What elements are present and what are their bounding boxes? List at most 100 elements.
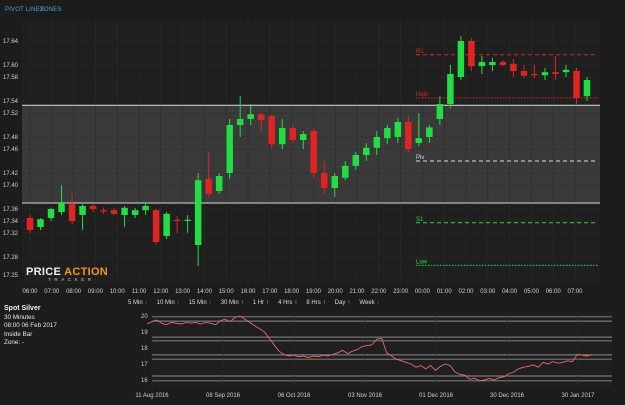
candle-body bbox=[552, 72, 559, 74]
x-tick-label: 01:00 bbox=[437, 289, 453, 295]
mini-x-tick-label: 03 Nov 2016 bbox=[348, 393, 383, 399]
timeframe-label: 8 Hrs bbox=[306, 300, 321, 306]
arrow-up-icon: ↑ bbox=[266, 300, 270, 306]
candle-body bbox=[489, 62, 496, 65]
timeframe-label: 4 Hrs bbox=[278, 300, 293, 306]
timeframe-30-min[interactable]: 30 Min ↑ bbox=[221, 300, 244, 306]
x-tick-label: 19:00 bbox=[306, 289, 322, 295]
y-tick-label: 17.46 bbox=[3, 147, 19, 153]
candle-body bbox=[79, 206, 86, 215]
arrow-down-icon: ↓ bbox=[176, 300, 180, 306]
x-tick-label: 06:00 bbox=[546, 289, 562, 295]
mini-x-tick-label: 08 Sep 2016 bbox=[206, 393, 241, 399]
price-action-tracker-logo: PRICE ACTION TRACKER bbox=[26, 266, 108, 282]
timeframe-label: 15 Min bbox=[188, 300, 207, 306]
x-tick-label: 13:00 bbox=[175, 289, 191, 295]
candle-body bbox=[384, 128, 391, 139]
mini-plot-area bbox=[152, 312, 612, 388]
x-tick-label: 16:00 bbox=[240, 289, 256, 295]
candle-body bbox=[58, 203, 65, 212]
y-tick-label: 17.52 bbox=[3, 111, 19, 117]
mini-x-tick-label: 30 Jan 2017 bbox=[561, 393, 595, 399]
level-label-high: High bbox=[416, 92, 428, 98]
candle-body bbox=[89, 206, 97, 209]
arrow-up-icon: ↑ bbox=[294, 300, 298, 306]
mini-x-tick-label: 30 Dec 2016 bbox=[490, 393, 525, 399]
y-tick-label: 17.48 bbox=[3, 135, 19, 141]
candle-body bbox=[468, 41, 475, 67]
x-tick-label: 05:00 bbox=[524, 289, 540, 295]
x-tick-label: 23:00 bbox=[393, 289, 409, 295]
candle-body bbox=[457, 41, 465, 77]
zone-label: Zone: - bbox=[4, 339, 24, 347]
level-label-r1: R1 bbox=[416, 49, 424, 55]
x-tick-label: 04:00 bbox=[502, 289, 518, 295]
candle-body bbox=[289, 128, 296, 140]
y-tick-label: 17.60 bbox=[3, 63, 19, 69]
candle-body bbox=[541, 72, 549, 76]
y-tick-label: 17.54 bbox=[3, 99, 19, 105]
candle-body bbox=[68, 204, 76, 221]
main-price-chart[interactable]: 06:00 07:00 08:00 09:00 10:00 11:00 12:00 13:00… bbox=[0, 0, 625, 300]
timeframe-selector: 5 Min ↓ 10 Min ↓ 15 Min ↓ 30 Min ↑ 1 Hr ↑ 4 Hrs ↑ 8 … bbox=[128, 300, 389, 306]
x-tick-label: 12:00 bbox=[153, 289, 169, 295]
arrow-up-icon: ↑ bbox=[240, 300, 244, 306]
candle-body bbox=[310, 131, 318, 173]
timeframe-label: 1 Hr bbox=[252, 300, 265, 306]
x-tick-label: 06:00 bbox=[22, 289, 38, 295]
y-tick-label: 17.64 bbox=[3, 39, 19, 45]
candle-body bbox=[268, 116, 275, 145]
candle-body bbox=[342, 165, 349, 178]
x-tick-label: 08:00 bbox=[66, 289, 82, 295]
candle-body bbox=[299, 134, 307, 140]
mini-x-tick-label: 06 Oct 2016 bbox=[278, 393, 311, 399]
candle-body bbox=[131, 210, 139, 215]
timeframe-8-hrs[interactable]: 8 Hrs ↑ bbox=[306, 300, 325, 306]
x-tick-label: 15:00 bbox=[219, 289, 235, 295]
x-tick-label: 14:00 bbox=[197, 289, 213, 295]
candle-body bbox=[352, 155, 360, 166]
candle-body bbox=[531, 74, 538, 76]
candle-body bbox=[562, 69, 570, 73]
timeframe-week[interactable]: Week ↓ bbox=[359, 300, 379, 306]
mini-y-tick-label: 17 bbox=[141, 362, 148, 368]
candle-body bbox=[184, 219, 191, 221]
timeframe-4-hrs[interactable]: 4 Hrs ↑ bbox=[278, 300, 297, 306]
candle-body bbox=[478, 62, 486, 67]
y-tick-label: 17.36 bbox=[3, 207, 19, 213]
candle-body bbox=[363, 147, 370, 155]
timeframe-5-min[interactable]: 5 Min ↓ bbox=[128, 300, 148, 306]
x-tick-label: 02:00 bbox=[458, 289, 474, 295]
candle-body bbox=[152, 210, 160, 242]
level-label-piv: Piv bbox=[416, 155, 424, 161]
candle-body bbox=[110, 210, 118, 214]
y-tick-label: 17.28 bbox=[3, 255, 19, 261]
candle-body bbox=[215, 176, 223, 191]
timeframe-15-min[interactable]: 15 Min ↓ bbox=[189, 300, 212, 306]
x-tick-label: 21:00 bbox=[349, 289, 365, 295]
x-tick-label: 11:00 bbox=[132, 289, 147, 295]
mini-y-tick-label: 20 bbox=[141, 314, 148, 320]
candle-body bbox=[405, 122, 412, 149]
timeframe-label: Day bbox=[334, 300, 346, 306]
candle-body bbox=[163, 213, 170, 236]
arrow-up-icon: ↑ bbox=[347, 300, 351, 306]
candle-body bbox=[278, 128, 286, 145]
timeframe-1-hr[interactable]: 1 Hr ↑ bbox=[253, 300, 269, 306]
candle-body bbox=[257, 114, 265, 121]
candle-body bbox=[247, 114, 254, 119]
arrow-down-icon: ↓ bbox=[376, 300, 380, 306]
candle-body bbox=[331, 176, 339, 188]
arrow-down-icon: ↓ bbox=[144, 300, 148, 306]
candle-body bbox=[121, 207, 128, 215]
candle-body bbox=[510, 63, 517, 71]
candle-body bbox=[499, 62, 507, 65]
mini-x-tick-label: 11 Aug 2016 bbox=[135, 393, 169, 399]
timeframe-day[interactable]: Day ↑ bbox=[335, 300, 351, 306]
x-tick-label: 17:00 bbox=[262, 289, 278, 295]
candle-body bbox=[583, 80, 591, 97]
x-tick-label: 22:00 bbox=[371, 289, 387, 295]
y-tick-label: 17.58 bbox=[3, 75, 19, 81]
x-tick-label: 03:00 bbox=[480, 289, 496, 295]
timeframe-10-min[interactable]: 10 Min ↓ bbox=[157, 300, 180, 306]
